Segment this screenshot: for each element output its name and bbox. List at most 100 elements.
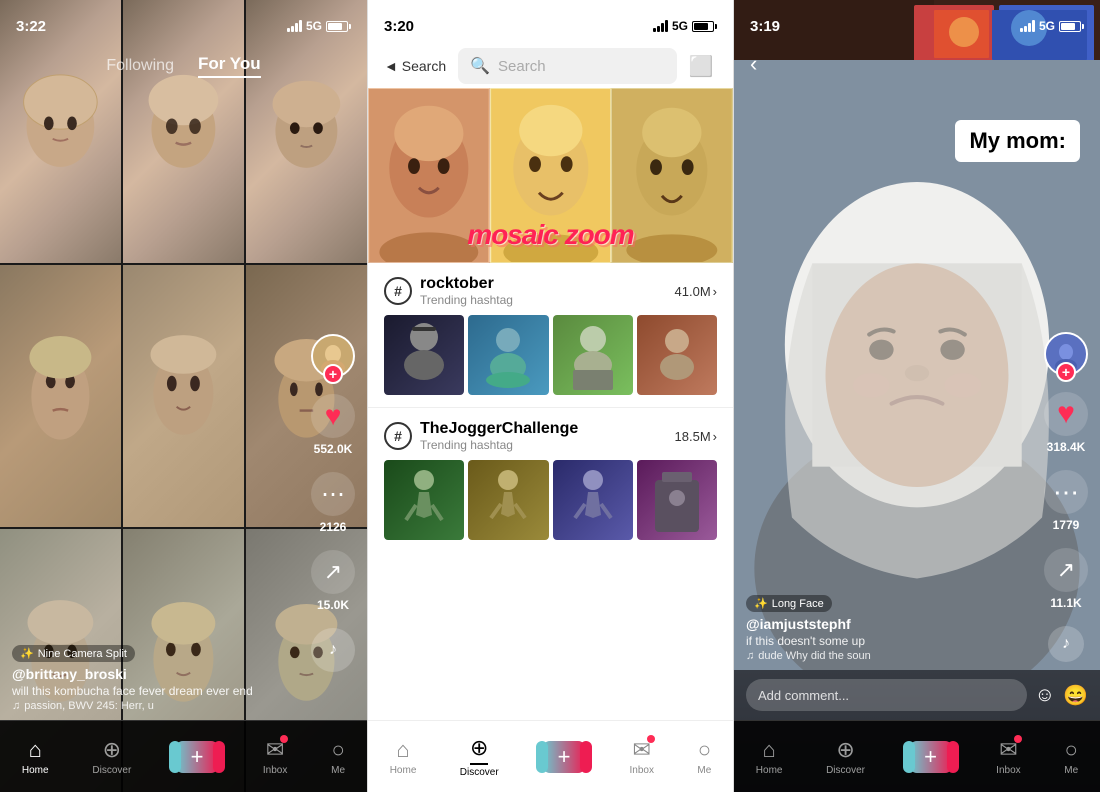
comment-action-1[interactable]: ⋯ 2126: [311, 472, 355, 534]
video-nav-inbox-btn[interactable]: ✉ Inbox: [996, 737, 1020, 776]
trending-left-2: # TheJoggerChallenge Trending hashtag: [384, 420, 578, 452]
nav-home-btn-1[interactable]: ⌂ Home: [22, 737, 49, 776]
video-discover-icon: ⊕: [836, 737, 854, 763]
mosaic-banner[interactable]: mosaic zoom: [368, 88, 733, 263]
video-music-disc[interactable]: ♪: [1048, 626, 1084, 662]
video-sparkle-icon: ✨: [754, 597, 768, 610]
inbox-label-1: Inbox: [263, 765, 287, 776]
trending-videos-2: [384, 460, 717, 540]
snav-discover-btn[interactable]: ⊕ Discover: [460, 735, 499, 778]
comment-input[interactable]: Add comment...: [746, 679, 1027, 711]
video-nav-discover-btn[interactable]: ⊕ Discover: [826, 737, 865, 776]
video-music-text: dude Why did the soun: [758, 650, 871, 662]
effect-name-1: Nine Camera Split: [38, 648, 127, 660]
snav-discover-label: Discover: [460, 767, 499, 778]
bottom-nav-1: ⌂ Home ⊕ Discover + ✉ Inbox ○ Me: [0, 720, 367, 792]
battery-1: [326, 21, 351, 32]
video-add-icon[interactable]: +: [909, 741, 953, 773]
back-btn-3[interactable]: ‹: [750, 51, 757, 77]
video-creator-avatar[interactable]: +: [1044, 332, 1088, 376]
trending-name-1: rocktober: [420, 275, 513, 293]
video-nav-home-btn[interactable]: ⌂ Home: [756, 737, 783, 776]
share-icon-1[interactable]: ↗: [311, 550, 355, 594]
video-avatar-container[interactable]: +: [1044, 332, 1088, 376]
video-comment-action[interactable]: ⋯ 1779: [1044, 470, 1088, 532]
panel-video: My mom: 3:19 5G: [734, 0, 1100, 792]
search-bar-2[interactable]: 🔍 Search: [458, 48, 677, 84]
nav-following-1[interactable]: Following: [106, 57, 174, 75]
video-comment-icon[interactable]: ⋯: [1044, 470, 1088, 514]
status-icons-2: 5G: [653, 19, 717, 33]
back-btn-2[interactable]: ◄ Search: [384, 58, 446, 74]
creator-avatar-1[interactable]: +: [311, 334, 355, 378]
trending-thumb-1-2[interactable]: [468, 315, 548, 395]
trending-thumb-1-3[interactable]: [553, 315, 633, 395]
emoji-btn[interactable]: ☺: [1035, 684, 1055, 707]
trending-sub-1: Trending hashtag: [420, 293, 513, 307]
video-username[interactable]: @iamjuststephf: [746, 616, 1030, 632]
trending-thumb-2-3[interactable]: [553, 460, 633, 540]
snav-add-btn[interactable]: +: [542, 741, 586, 773]
trending-thumb-2-4[interactable]: [637, 460, 717, 540]
hashtag-icon-2: #: [384, 422, 412, 450]
video-nav-me-btn[interactable]: ○ Me: [1064, 737, 1078, 776]
trending-count-2: 18.5M ›: [675, 429, 717, 444]
sticker-btn[interactable]: 😄: [1063, 683, 1088, 708]
video-like-action[interactable]: ♥ 318.4K: [1044, 392, 1088, 454]
top-nav-1: Following For You: [0, 44, 367, 88]
video-home-icon: ⌂: [762, 737, 775, 763]
snav-inbox-label: Inbox: [630, 765, 654, 776]
comment-icon-1[interactable]: ⋯: [311, 472, 355, 516]
username-1[interactable]: @brittany_broski: [12, 666, 297, 682]
add-icon-1[interactable]: +: [175, 741, 219, 773]
trending-thumb-1-1[interactable]: [384, 315, 464, 395]
like-action-1[interactable]: ♥ 552.0K: [311, 394, 355, 456]
video-feed-info: ✨ Long Face @iamjuststephf if this doesn…: [746, 594, 1030, 662]
snav-discover-icon: ⊕: [470, 735, 488, 765]
me-label-1: Me: [331, 765, 345, 776]
caption-1: will this kombucha face fever dream ever…: [12, 684, 297, 698]
signal-3: [1020, 20, 1035, 32]
snav-add-icon[interactable]: +: [542, 741, 586, 773]
music-row-1: ♫ passion, BWV 245: Herr, u: [12, 700, 297, 712]
snav-home-btn[interactable]: ⌂ Home: [390, 737, 417, 776]
panel-search: 3:20 5G ◄ Search 🔍 Search ⬜: [367, 0, 734, 792]
nav-foryou-1[interactable]: For You: [198, 54, 261, 78]
snav-me-label: Me: [697, 765, 711, 776]
video-disc-icon: ♪: [1048, 626, 1084, 662]
video-inbox-icon: ✉: [999, 737, 1017, 763]
video-follow-plus[interactable]: +: [1056, 362, 1076, 382]
status-icons-3: 5G: [1020, 19, 1084, 33]
trending-rocktober[interactable]: # rocktober Trending hashtag 41.0M ›: [368, 263, 733, 408]
snav-me-btn[interactable]: ○ Me: [697, 737, 711, 776]
avatar-container-1[interactable]: +: [311, 334, 355, 378]
video-top-nav: ‹: [734, 44, 1100, 84]
mosaic-text: mosaic zoom: [368, 219, 733, 251]
video-heart-icon[interactable]: ♥: [1044, 392, 1088, 436]
trending-jogger[interactable]: # TheJoggerChallenge Trending hashtag 18…: [368, 408, 733, 552]
snav-inbox-btn[interactable]: ✉ Inbox: [630, 737, 654, 776]
video-music-row: ♫ dude Why did the soun: [746, 650, 1030, 662]
video-share-action[interactable]: ↗ 11.1K: [1044, 548, 1088, 610]
video-home-label: Home: [756, 765, 783, 776]
share-action-1[interactable]: ↗ 15.0K: [311, 550, 355, 612]
trending-thumb-2-2[interactable]: [468, 460, 548, 540]
heart-icon-1[interactable]: ♥: [311, 394, 355, 438]
nav-discover-btn-1[interactable]: ⊕ Discover: [92, 737, 131, 776]
trending-thumb-2-1[interactable]: [384, 460, 464, 540]
trending-thumb-1-4[interactable]: [637, 315, 717, 395]
video-inbox-label: Inbox: [996, 765, 1020, 776]
nav-me-btn-1[interactable]: ○ Me: [331, 737, 345, 776]
snav-inbox-icon: ✉: [633, 737, 651, 763]
video-nav-add-btn[interactable]: +: [909, 741, 953, 773]
nav-add-btn-1[interactable]: +: [175, 741, 219, 773]
status-bar-1: 3:22 5G: [0, 0, 367, 44]
mom-callout: My mom:: [955, 120, 1080, 162]
nav-inbox-btn-1[interactable]: ✉ Inbox: [263, 737, 287, 776]
music-note-1: ♫: [12, 700, 20, 712]
qr-btn-2[interactable]: ⬜: [685, 50, 717, 82]
music-disc-1[interactable]: ♪: [311, 628, 355, 672]
video-bottom-nav: ⌂ Home ⊕ Discover + ✉ Inbox ○ Me: [734, 720, 1100, 792]
video-share-icon[interactable]: ↗: [1044, 548, 1088, 592]
follow-plus-1[interactable]: +: [323, 364, 343, 384]
